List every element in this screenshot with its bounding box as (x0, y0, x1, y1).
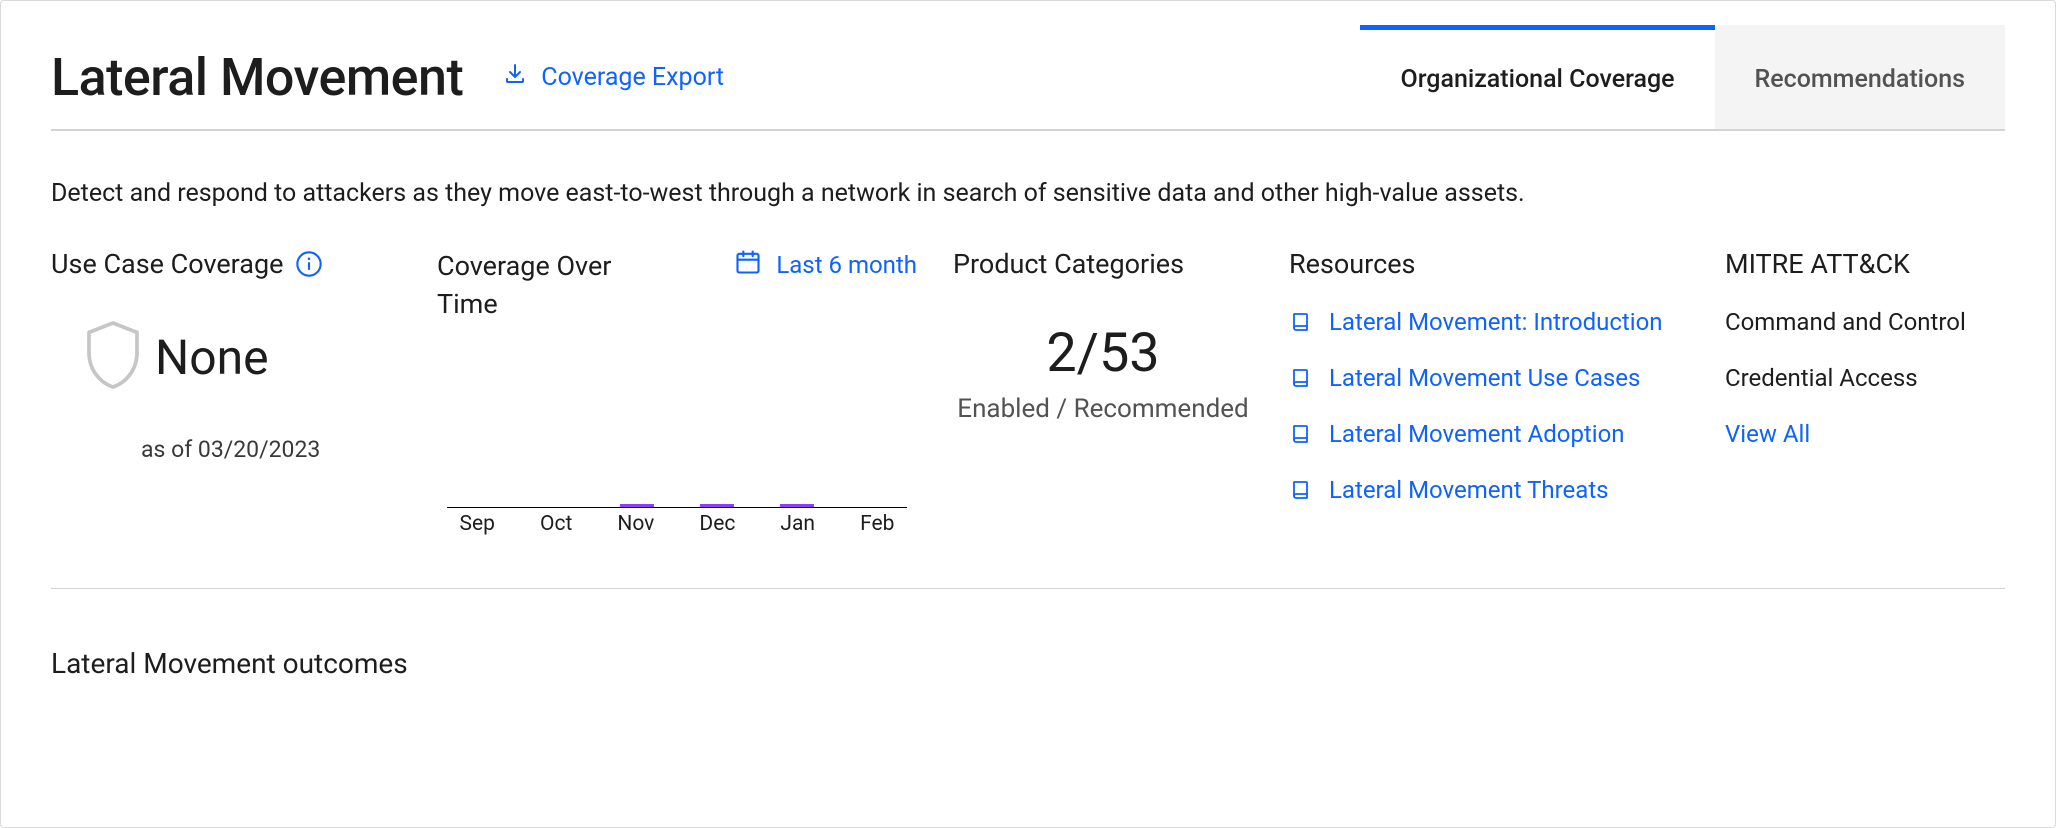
page-description: Detect and respond to attackers as they … (51, 179, 2005, 208)
product-categories-count: 2/53 (953, 322, 1253, 385)
resource-link[interactable]: Lateral Movement Use Cases (1289, 364, 1689, 392)
use-case-coverage-title: Use Case Coverage (51, 248, 283, 280)
date-range-picker[interactable]: Last 6 month (734, 248, 917, 283)
date-range-label: Last 6 month (776, 248, 917, 283)
resource-link[interactable]: Lateral Movement Threats (1289, 476, 1689, 504)
resources-title: Resources (1289, 248, 1689, 280)
resource-label: Lateral Movement Use Cases (1329, 364, 1640, 392)
resource-label: Lateral Movement Adoption (1329, 420, 1625, 448)
resource-link[interactable]: Lateral Movement Adoption (1289, 420, 1689, 448)
tab-label: Recommendations (1755, 65, 1965, 94)
resource-label: Lateral Movement: Introduction (1329, 308, 1663, 336)
product-categories-sub: Enabled / Recommended (953, 391, 1253, 427)
mitre-item: Command and Control (1725, 308, 2015, 336)
mitre-panel: MITRE ATT&CK Command and Control Credenti… (1725, 248, 2015, 536)
product-categories-title: Product Categories (953, 248, 1253, 280)
coverage-as-of: as of 03/20/2023 (141, 436, 401, 463)
coverage-value: None (155, 329, 269, 386)
tab-recommendations[interactable]: Recommendations (1715, 25, 2005, 129)
use-case-coverage-panel: Use Case Coverage None as of 03/2 (51, 248, 401, 536)
resource-label: Lateral Movement Threats (1329, 476, 1609, 504)
tab-label: Organizational Coverage (1400, 65, 1674, 94)
outcomes-section-title: Lateral Movement outcomes (51, 647, 2005, 680)
product-categories-panel: Product Categories 2/53 Enabled / Recomm… (953, 248, 1253, 536)
download-icon (503, 62, 527, 93)
chart-x-label: Jan (780, 512, 815, 536)
coverage-chart: Sep Oct Nov Dec Jan Feb (437, 346, 917, 536)
coverage-over-time-panel: Coverage Over Time Last 6 month (437, 248, 917, 536)
page-title: Lateral Movement (51, 47, 463, 108)
shield-icon (81, 316, 145, 398)
chart-x-label: Sep (460, 512, 495, 536)
chart-x-label: Dec (699, 512, 735, 536)
mitre-title: MITRE ATT&CK (1725, 248, 2015, 280)
coverage-export-link[interactable]: Coverage Export (503, 62, 724, 93)
chart-x-label: Feb (860, 512, 894, 536)
info-icon[interactable] (295, 250, 323, 278)
mitre-view-all-link[interactable]: View All (1725, 420, 2015, 448)
coverage-export-label: Coverage Export (541, 63, 724, 92)
resource-link[interactable]: Lateral Movement: Introduction (1289, 308, 1689, 336)
chart-x-label: Oct (540, 512, 572, 536)
resources-panel: Resources Lateral Movement: Introduction… (1289, 248, 1689, 536)
mitre-item: Credential Access (1725, 364, 2015, 392)
tab-organizational-coverage[interactable]: Organizational Coverage (1360, 25, 1714, 129)
coverage-over-time-title: Coverage Over Time (437, 248, 667, 324)
calendar-icon (734, 248, 762, 282)
chart-x-label: Nov (617, 512, 654, 536)
